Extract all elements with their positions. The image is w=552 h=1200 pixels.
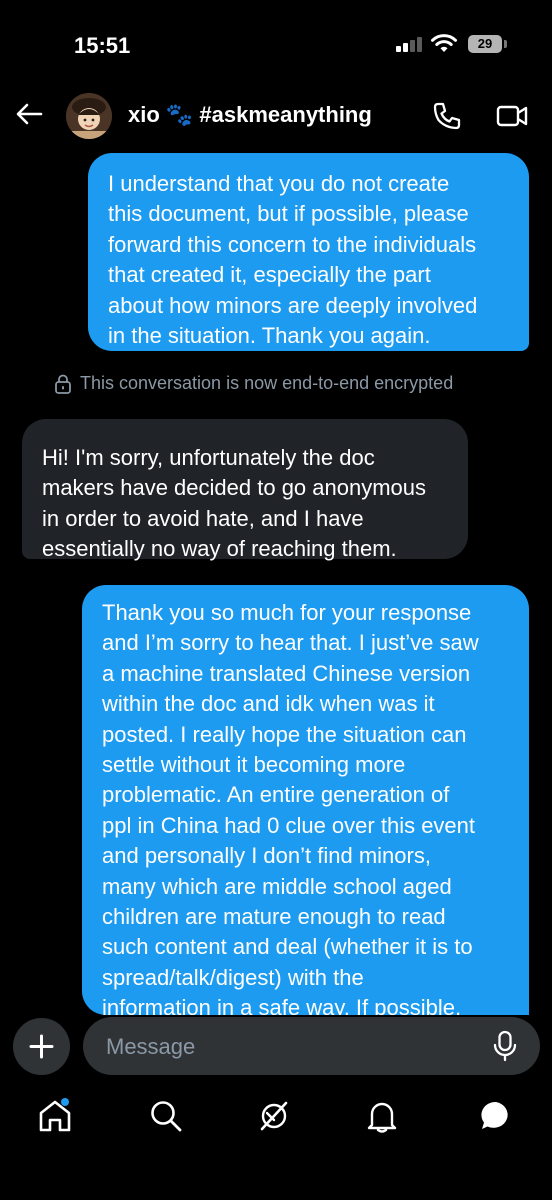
- message-line: Thank you so much for your response: [102, 600, 472, 625]
- composer-area: Message: [0, 1015, 552, 1200]
- avatar[interactable]: [66, 93, 112, 139]
- message-line: essentially no way of reaching them.: [42, 536, 397, 562]
- message-line: many which are middle school aged: [102, 873, 452, 899]
- message-line: that created it, especially the part: [108, 262, 431, 288]
- arrow-left-icon[interactable]: [14, 99, 44, 129]
- sent-message-bubble[interactable]: Thank you so much for your response and …: [82, 585, 529, 1020]
- signal-icon: [396, 36, 426, 52]
- sent-message-bubble[interactable]: I understand that you do not create this…: [88, 153, 529, 351]
- message-input[interactable]: Message: [83, 1017, 540, 1075]
- message-line: children are mature enough to read: [102, 904, 446, 930]
- search-icon[interactable]: [148, 1098, 184, 1134]
- messages-icon[interactable]: [478, 1098, 514, 1134]
- wifi-icon: [431, 34, 457, 52]
- received-message-bubble[interactable]: Hi! I'm sorry, unfortunately the doc mak…: [22, 419, 468, 561]
- bell-icon[interactable]: [364, 1098, 400, 1134]
- grok-icon[interactable]: [256, 1098, 292, 1134]
- message-line: within the doc and idk when was it: [102, 691, 435, 717]
- message-line: spread/talk/digest) with the: [102, 964, 364, 990]
- message-line: makers have decided to go anonymous: [42, 475, 427, 501]
- message-line: Hi! I'm sorry, unfortunately the doc: [42, 445, 375, 470]
- message-line: this document, but if possible, please: [108, 201, 469, 227]
- message-line: ppl in China had 0 clue over this event: [102, 812, 476, 838]
- message-line: and I’m sorry to hear that. I just’ve sa…: [102, 630, 479, 656]
- battery-indicator: 29: [468, 35, 502, 53]
- status-bar: 15:51 29: [0, 0, 552, 80]
- encryption-notice-text: This conversation is now end-to-end encr…: [80, 373, 454, 393]
- message-line: problematic. An entire generation of: [102, 782, 450, 808]
- bottom-tab-bar: [0, 1098, 552, 1148]
- video-camera-icon[interactable]: [496, 101, 528, 131]
- clock: 15:51: [74, 33, 131, 58]
- notification-dot: [61, 1098, 69, 1106]
- encryption-notice: This conversation is now end-to-end encr…: [54, 371, 514, 399]
- add-attachment-button[interactable]: [13, 1018, 70, 1075]
- message-line: settle without it becoming more: [102, 752, 406, 778]
- lock-icon: [55, 374, 71, 394]
- message-line: and personally I don’t find minors,: [102, 843, 431, 869]
- conversation-title[interactable]: xio 🐾 #askmeanything: [128, 102, 372, 128]
- message-line: about how minors are deeply involved: [108, 292, 478, 318]
- message-line: I understand that you do not create: [108, 171, 450, 196]
- plus-icon: [29, 1034, 54, 1059]
- message-line: such content and deal (whether it is to: [102, 934, 473, 960]
- message-line: in the situation. Thank you again.: [108, 323, 431, 349]
- avatar-image: [66, 93, 112, 139]
- message-line: a machine translated Chinese version: [102, 660, 471, 686]
- message-input-placeholder: Message: [106, 1034, 196, 1059]
- phone-icon[interactable]: [432, 101, 462, 131]
- message-line: forward this concern to the individuals: [108, 231, 477, 257]
- battery-tip: [504, 40, 507, 48]
- message-line: posted. I really hope the situation can: [102, 721, 467, 747]
- conversation-header: xio 🐾 #askmeanything: [0, 85, 552, 147]
- message-line: in order to avoid hate, and I have: [42, 505, 364, 531]
- microphone-icon[interactable]: [490, 1030, 520, 1062]
